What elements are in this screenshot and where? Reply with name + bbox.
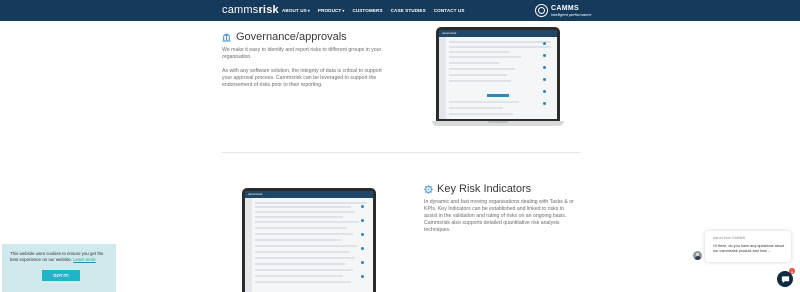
cookie-message: This website uses cookies to ensure you … — [10, 251, 104, 262]
top-navigation-bar: cammsrisk ABOUT US▾ PRODUCT▾ CUSTOMERS C… — [0, 0, 800, 21]
got-it-button[interactable]: GOT IT! — [42, 270, 80, 281]
chevron-down-icon: ▾ — [342, 8, 345, 13]
chat-message-text: Hi there, do you have any questions abou… — [713, 244, 785, 253]
chat-unread-badge: 1 — [789, 268, 795, 274]
learn-more-link[interactable]: Learn more — [73, 257, 95, 262]
agent-avatar — [693, 251, 702, 260]
brand-tagline: intelligent performance — [551, 11, 592, 17]
nav-item-contact-us[interactable]: CONTACT US — [434, 8, 465, 13]
camms-logo-icon — [535, 4, 548, 17]
nav-item-case-studies[interactable]: CASE STUDIES — [391, 8, 426, 13]
governance-paragraph-1: We make it easy to identify and report r… — [222, 47, 382, 60]
laptop-screenshot-governance: cammsrisk — [432, 27, 564, 127]
kri-paragraph: In dynamic and fast moving organisations… — [424, 199, 574, 233]
camms-brand-logo[interactable]: CAMMS intelligent performance — [535, 2, 591, 19]
nav-item-customers[interactable]: CUSTOMERS — [352, 8, 382, 13]
chat-message-preview[interactable]: Aaron from CAMMS Hi there, do you have a… — [705, 231, 791, 262]
kri-heading: Key Risk Indicators — [437, 183, 532, 195]
main-nav: ABOUT US▾ PRODUCT▾ CUSTOMERS CASE STUDIE… — [282, 0, 473, 21]
nav-item-about-us[interactable]: ABOUT US▾ — [282, 8, 310, 13]
governance-paragraph-2: As with any software solution, the integ… — [222, 68, 382, 88]
bank-icon — [222, 33, 231, 42]
chevron-down-icon: ▾ — [307, 8, 310, 13]
laptop-screenshot-kri: cammsrisk — [238, 188, 380, 292]
chat-sender: Aaron from CAMMS — [713, 236, 746, 240]
brand-name: CAMMS — [551, 4, 579, 12]
section-divider — [222, 152, 580, 153]
chat-icon — [781, 275, 789, 283]
cammsrisk-logo[interactable]: cammsrisk — [222, 4, 279, 16]
cookie-banner: This website uses cookies to ensure you … — [2, 244, 116, 292]
gear-icon — [424, 185, 433, 194]
governance-heading: Governance/approvals — [236, 31, 347, 43]
nav-item-product[interactable]: PRODUCT▾ — [318, 8, 345, 13]
